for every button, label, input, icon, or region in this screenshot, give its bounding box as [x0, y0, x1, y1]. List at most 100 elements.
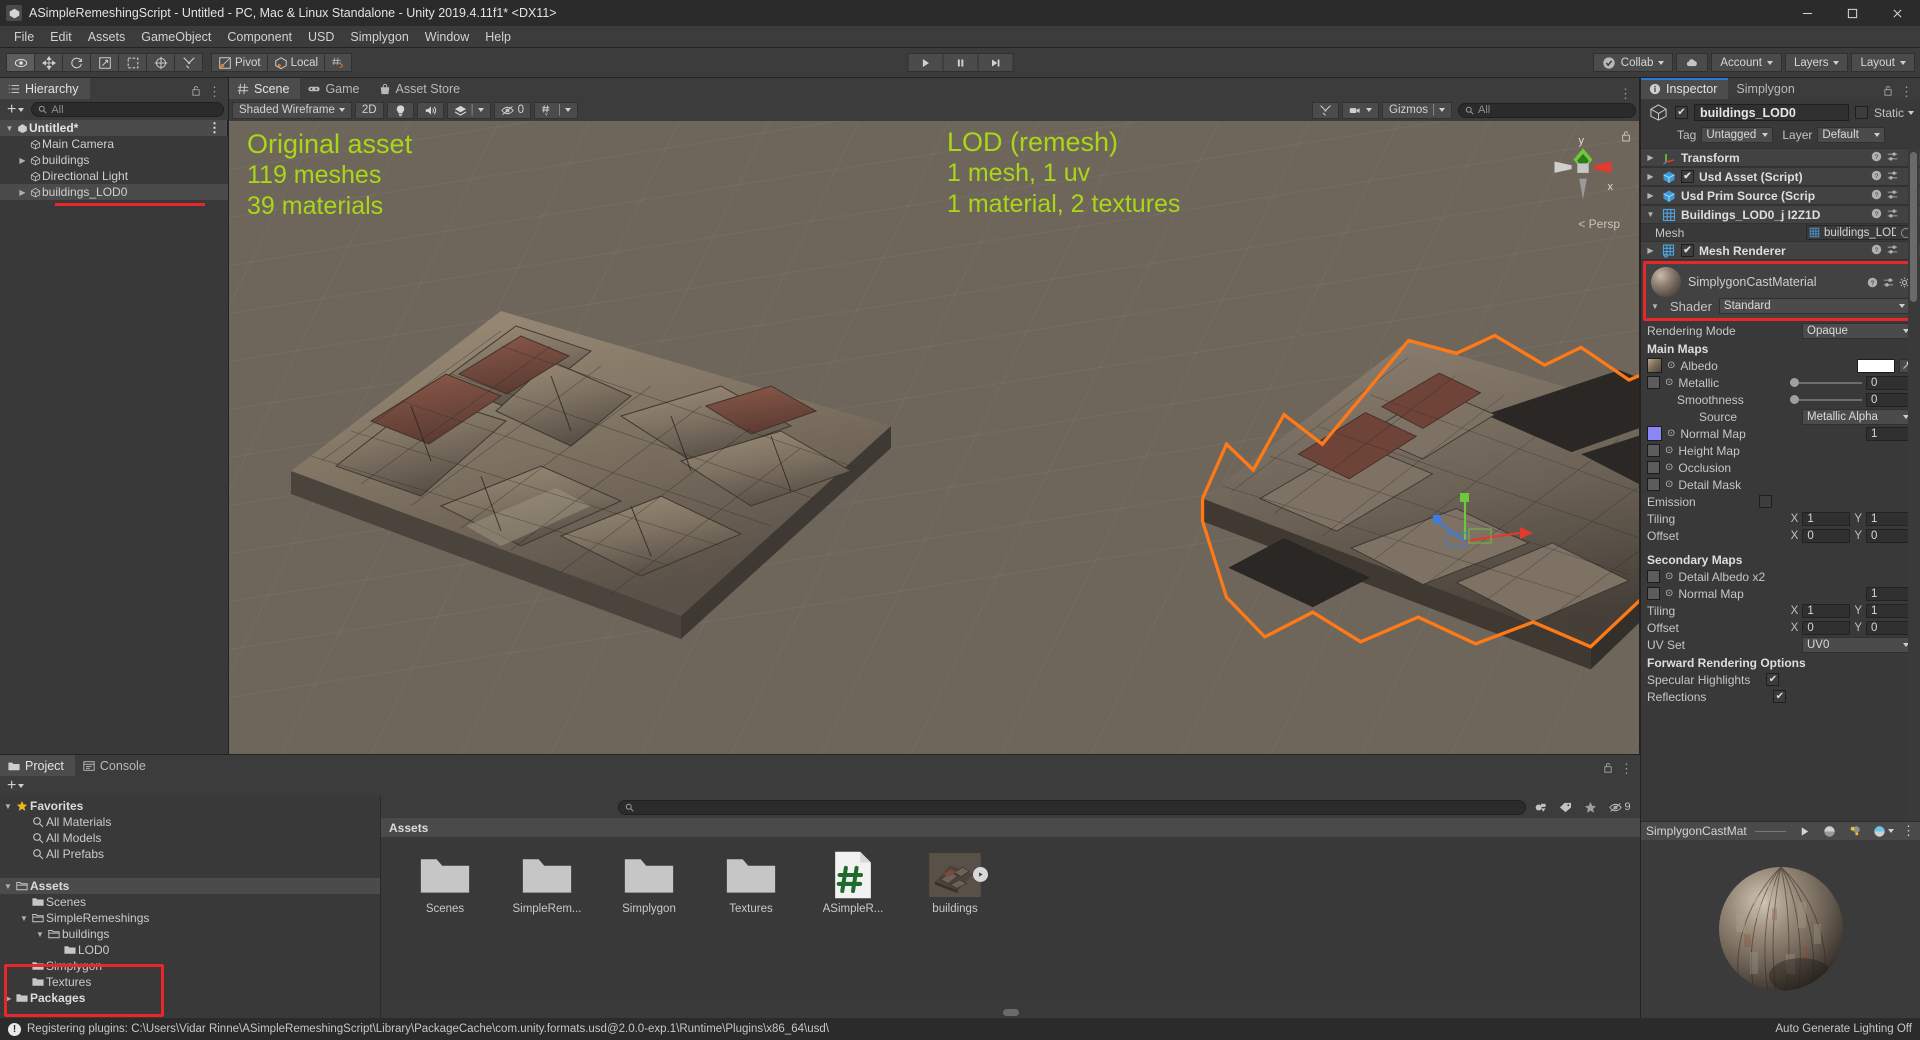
mesh-object-field[interactable]: buildings_LOD0: [1806, 225, 1914, 240]
detail-albedo-texture-slot[interactable]: [1647, 570, 1660, 583]
reflections-checkbox[interactable]: [1773, 690, 1786, 703]
component-header-2[interactable]: ▶Usd Prim Source (Scrip?⋮: [1641, 186, 1920, 205]
persp-label[interactable]: < Persp: [1578, 217, 1620, 231]
occlusion-toggle-icon[interactable]: ⊙: [1665, 462, 1673, 473]
detail-mask-toggle-icon[interactable]: ⊙: [1665, 479, 1673, 490]
normal-map-texture-slot[interactable]: [1647, 426, 1662, 441]
component-header-0[interactable]: ▶Transform?⋮: [1641, 148, 1920, 167]
main-offset-x[interactable]: 0: [1802, 529, 1850, 543]
height-map-texture-slot[interactable]: [1647, 444, 1660, 457]
smoothness-value[interactable]: 0: [1866, 393, 1914, 407]
lighting-toggle-button[interactable]: [387, 102, 414, 119]
scene-viewport[interactable]: Original asset 119 meshes 39 materials L…: [229, 121, 1639, 754]
albedo-color-field[interactable]: [1857, 359, 1895, 373]
inspector-scroll-area[interactable]: ▶Transform?⋮▶Usd Asset (Script)?⋮▶Usd Pr…: [1641, 148, 1920, 821]
project-tree-item-3[interactable]: All Prefabs: [0, 846, 380, 862]
hierarchy-search-input[interactable]: All: [31, 102, 224, 117]
menu-item-usd[interactable]: USD: [300, 28, 342, 46]
component-help-button[interactable]: ?: [1871, 151, 1882, 165]
transform-gizmo[interactable]: [1425, 481, 1545, 571]
scene-menu-icon[interactable]: ⋮: [1619, 89, 1632, 99]
audio-toggle-button[interactable]: [417, 102, 444, 119]
expand-triangle[interactable]: ▼: [2, 882, 14, 891]
component-enabled-checkbox[interactable]: [1681, 244, 1694, 257]
menu-item-component[interactable]: Component: [219, 28, 300, 46]
emission-checkbox[interactable]: [1759, 495, 1772, 508]
inspector-lock-icon[interactable]: [1883, 84, 1893, 99]
rotate-tool-button[interactable]: [62, 53, 91, 72]
tab-inspector[interactable]: Inspector: [1641, 78, 1728, 99]
height-map-toggle-icon[interactable]: ⊙: [1665, 445, 1673, 456]
menu-item-gameobject[interactable]: GameObject: [133, 28, 219, 46]
hierarchy-item-3[interactable]: Directional Light: [0, 168, 228, 184]
component-help-button[interactable]: ?: [1871, 189, 1882, 203]
layer-dropdown[interactable]: Default: [1817, 127, 1885, 143]
favorite-icon[interactable]: [1580, 799, 1601, 816]
account-button[interactable]: Account: [1711, 53, 1782, 72]
hierarchy-tree[interactable]: ▼Untitled*⋮Main Camera▶buildingsDirectio…: [0, 120, 228, 754]
secondary-tiling-x[interactable]: 1: [1802, 604, 1850, 618]
cloud-button[interactable]: [1676, 53, 1708, 72]
menu-item-file[interactable]: File: [6, 28, 42, 46]
menu-item-simplygon[interactable]: Simplygon: [342, 28, 416, 46]
scene-camera-button[interactable]: Y |: [534, 102, 578, 119]
expand-triangle[interactable]: ▼: [4, 124, 15, 133]
asset-item-3[interactable]: Textures: [713, 851, 789, 915]
hierarchy-item-0[interactable]: ▼Untitled*⋮: [0, 120, 228, 136]
pivot-mode-button[interactable]: Pivot: [211, 53, 268, 72]
asset-item-5[interactable]: buildings: [917, 851, 993, 915]
project-tree-item-5[interactable]: ▼Assets: [0, 878, 380, 894]
draw-mode-dropdown[interactable]: Shaded Wireframe: [232, 102, 352, 119]
project-create-button[interactable]: +: [4, 780, 27, 792]
asset-preview-play-icon[interactable]: [973, 867, 988, 882]
component-preset-button[interactable]: [1887, 208, 1898, 222]
component-preset-button[interactable]: [1887, 151, 1898, 165]
asset-item-0[interactable]: Scenes: [407, 851, 483, 915]
asset-item-2[interactable]: Simplygon: [611, 851, 687, 915]
project-tree-item-2[interactable]: All Models: [0, 830, 380, 846]
component-enabled-checkbox[interactable]: [1681, 170, 1694, 183]
hierarchy-item-4[interactable]: ▶buildings_LOD0: [0, 184, 228, 200]
tab-scene[interactable]: Scene: [229, 78, 300, 99]
component-header-1[interactable]: ▶Usd Asset (Script)?⋮: [1641, 167, 1920, 186]
hidden-assets-button[interactable]: 9: [1605, 799, 1635, 816]
grid-snap-icon[interactable]: [324, 53, 352, 72]
expand-triangle[interactable]: ▼: [34, 930, 46, 939]
layers-button[interactable]: Layers: [1785, 53, 1849, 72]
expand-triangle[interactable]: ▶: [1645, 172, 1656, 181]
static-checkbox[interactable]: [1855, 106, 1868, 119]
gizmos-dropdown[interactable]: Gizmos|: [1382, 102, 1452, 119]
effects-toggle-button[interactable]: |: [447, 102, 491, 119]
gizmos-camera-dropdown[interactable]: [1342, 102, 1379, 119]
project-tree-item-8[interactable]: ▼buildings: [0, 926, 380, 942]
object-name-field[interactable]: buildings_LOD0: [1694, 104, 1849, 121]
rect-tool-button[interactable]: [118, 53, 147, 72]
preview-light-icon[interactable]: [1844, 823, 1864, 840]
component-header-4[interactable]: ▶Mesh Renderer?⋮: [1641, 241, 1920, 260]
main-offset-y[interactable]: 0: [1866, 529, 1914, 543]
detail-mask-texture-slot[interactable]: [1647, 478, 1660, 491]
create-object-button[interactable]: +: [4, 104, 27, 116]
status-message[interactable]: Registering plugins: C:\Users\Vidar Rinn…: [27, 1023, 829, 1035]
asset-item-4[interactable]: ASimpleR...: [815, 851, 891, 915]
maximize-button[interactable]: [1830, 0, 1875, 26]
tab-hierarchy[interactable]: Hierarchy: [0, 78, 90, 99]
main-tiling-x[interactable]: 1: [1802, 512, 1850, 526]
static-label-wrap[interactable]: Static: [1874, 106, 1914, 120]
component-preset-button[interactable]: [1887, 189, 1898, 203]
menu-item-help[interactable]: Help: [477, 28, 519, 46]
rendering-mode-dropdown[interactable]: Opaque: [1802, 323, 1914, 339]
minimize-button[interactable]: [1785, 0, 1830, 26]
project-search-input[interactable]: [618, 800, 1526, 815]
scene-context-menu-icon[interactable]: ⋮: [208, 123, 227, 133]
expand-triangle[interactable]: ▼: [18, 914, 30, 923]
auto-generate-lighting-status[interactable]: Auto Generate Lighting Off: [1775, 1023, 1912, 1035]
project-tree-item-6[interactable]: Scenes: [0, 894, 380, 910]
expand-triangle[interactable]: ▶: [17, 156, 28, 165]
project-tree-item-1[interactable]: All Materials: [0, 814, 380, 830]
transform-tool-button[interactable]: [146, 53, 175, 72]
gizmo-tools-button[interactable]: [1312, 102, 1339, 119]
scene-search-input[interactable]: All: [1458, 103, 1636, 118]
metallic-toggle-icon[interactable]: ⊙: [1665, 377, 1673, 388]
occlusion-texture-slot[interactable]: [1647, 461, 1660, 474]
